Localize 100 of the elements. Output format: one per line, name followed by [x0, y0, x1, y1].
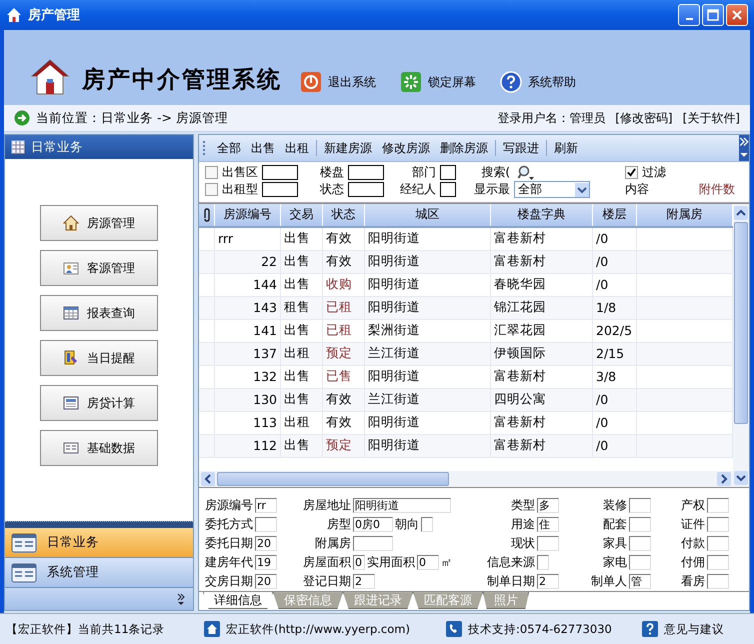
toolbar-button[interactable]: 刷新 — [549, 138, 583, 158]
horizontal-scrollbar[interactable] — [199, 471, 733, 488]
checkbox[interactable] — [625, 166, 638, 179]
input-field[interactable]: 0房0 — [353, 516, 393, 532]
input-field[interactable]: 20 — [255, 536, 277, 551]
window-icon — [11, 562, 37, 582]
input-field[interactable]: 阳明街道 — [353, 498, 451, 513]
checkbox[interactable] — [205, 166, 218, 179]
close-button[interactable] — [726, 4, 748, 26]
status-cell: 有效 — [323, 388, 365, 411]
column-header[interactable]: 状态 — [323, 204, 365, 226]
toolbar-button[interactable]: 修改房源 — [377, 138, 435, 158]
field-label: 建房年代 — [205, 554, 253, 571]
table-cell: 兰江街道 — [365, 342, 491, 365]
tab[interactable]: 详细信息 — [203, 592, 273, 610]
input-field[interactable]: 住 — [537, 516, 559, 532]
chevron-icon[interactable] — [177, 593, 185, 605]
column-header[interactable]: 房源编号 — [215, 204, 281, 226]
input-field[interactable] — [353, 536, 393, 551]
table-cell: 阳明街道 — [365, 296, 491, 319]
header-action-button[interactable]: 系统帮助 — [500, 71, 576, 93]
column-header[interactable]: 楼层 — [593, 204, 637, 226]
input-field[interactable] — [255, 516, 277, 532]
input-field[interactable] — [262, 165, 298, 180]
field-label: 类型 — [510, 496, 535, 514]
field-label: 房屋面积 — [302, 554, 351, 571]
nav-button[interactable]: 房贷计算 — [40, 385, 158, 421]
input-field[interactable]: 2 — [537, 574, 559, 589]
input-field[interactable]: 0 — [353, 554, 365, 570]
maximize-button[interactable] — [702, 4, 724, 26]
table-cell: 伊顿国际 — [491, 342, 593, 365]
table-cell: 132 — [215, 366, 281, 388]
splitter-handle[interactable] — [5, 521, 193, 528]
input-field[interactable]: 多 — [537, 498, 559, 513]
input-field[interactable]: 0 — [417, 554, 439, 570]
status-link[interactable]: 宏正软件(http://www.yyerp.com) — [226, 622, 410, 636]
input-field[interactable]: 20 — [255, 574, 277, 589]
input-field[interactable] — [537, 554, 549, 570]
input-field[interactable] — [262, 182, 298, 197]
vertical-scrollbar[interactable] — [733, 204, 749, 488]
power-icon — [300, 71, 322, 93]
column-header[interactable]: 城区 — [365, 204, 491, 226]
status-cell: 有效 — [323, 250, 365, 273]
input-field[interactable] — [707, 516, 729, 532]
nav-button[interactable]: 房源管理 — [40, 205, 158, 241]
checkbox[interactable] — [205, 183, 218, 196]
status-link[interactable]: 意见与建议 — [664, 622, 724, 636]
nav-button[interactable]: 客源管理 — [40, 250, 158, 286]
input-field[interactable] — [629, 516, 651, 532]
minimize-button[interactable] — [678, 4, 700, 26]
input-field[interactable] — [629, 498, 651, 513]
table-cell: 出售 — [281, 228, 323, 250]
nav-button[interactable]: 当日提醒 — [40, 340, 158, 376]
toolbar-button[interactable]: 出租 — [280, 138, 314, 158]
toolbar-button[interactable]: 写跟进 — [498, 138, 544, 158]
table-cell: 113 — [215, 412, 281, 434]
toolbar-button[interactable]: 全部 — [212, 138, 246, 158]
toolbar-button[interactable]: 出售 — [246, 138, 280, 158]
header-action-button[interactable]: 锁定屏幕 — [400, 71, 476, 93]
section-button[interactable]: 日常业务 — [5, 528, 193, 558]
toolbar-button[interactable]: 删除房源 — [435, 138, 493, 158]
field-label: 信息来源 — [486, 554, 535, 571]
section-button[interactable]: 系统管理 — [5, 558, 193, 588]
form-icon — [63, 395, 79, 411]
toolbar-button[interactable]: 新建房源 — [319, 138, 377, 158]
input-field[interactable] — [440, 182, 456, 197]
nav-button[interactable]: 报表查询 — [40, 295, 158, 331]
dropdown[interactable]: 全部 — [514, 181, 590, 198]
field-label: 房型 — [326, 516, 351, 533]
table-cell: 阳明街道 — [365, 274, 491, 296]
header-link[interactable]: [关于软件] — [682, 110, 740, 126]
house-icon — [6, 7, 22, 23]
status-link[interactable]: 技术支持:0574-62773030 — [468, 622, 612, 636]
input-field[interactable]: 2 — [353, 574, 375, 589]
input-field[interactable] — [707, 498, 729, 513]
input-field[interactable]: 管 — [629, 574, 651, 589]
input-field[interactable] — [348, 165, 384, 180]
input-field[interactable] — [707, 536, 729, 551]
unit-label: ㎡ — [441, 554, 452, 570]
header-link[interactable]: [修改密码] — [615, 110, 673, 126]
input-field[interactable] — [440, 165, 456, 180]
overflow-icon[interactable] — [739, 135, 749, 161]
table-cell: 130 — [215, 388, 281, 411]
input-field[interactable] — [537, 536, 559, 551]
nav-button[interactable]: 基础数据 — [40, 430, 158, 466]
input-field[interactable] — [348, 182, 384, 197]
input-field[interactable] — [629, 554, 651, 570]
table-cell: 富巷新村 — [491, 434, 593, 457]
input-field[interactable]: 19 — [255, 554, 277, 570]
column-header[interactable]: 交易 — [281, 204, 323, 226]
input-field[interactable] — [707, 554, 729, 570]
input-field[interactable]: rr — [255, 498, 277, 513]
column-header[interactable]: 楼盘字典 — [491, 204, 593, 226]
input-field[interactable] — [707, 574, 729, 589]
header-action-button[interactable]: 退出系统 — [300, 71, 376, 93]
table-cell: 出租 — [281, 342, 323, 365]
table-cell: 阳明街道 — [365, 366, 491, 388]
input-field[interactable] — [629, 536, 651, 551]
notebook-icon — [63, 350, 79, 366]
input-field[interactable] — [421, 516, 433, 532]
